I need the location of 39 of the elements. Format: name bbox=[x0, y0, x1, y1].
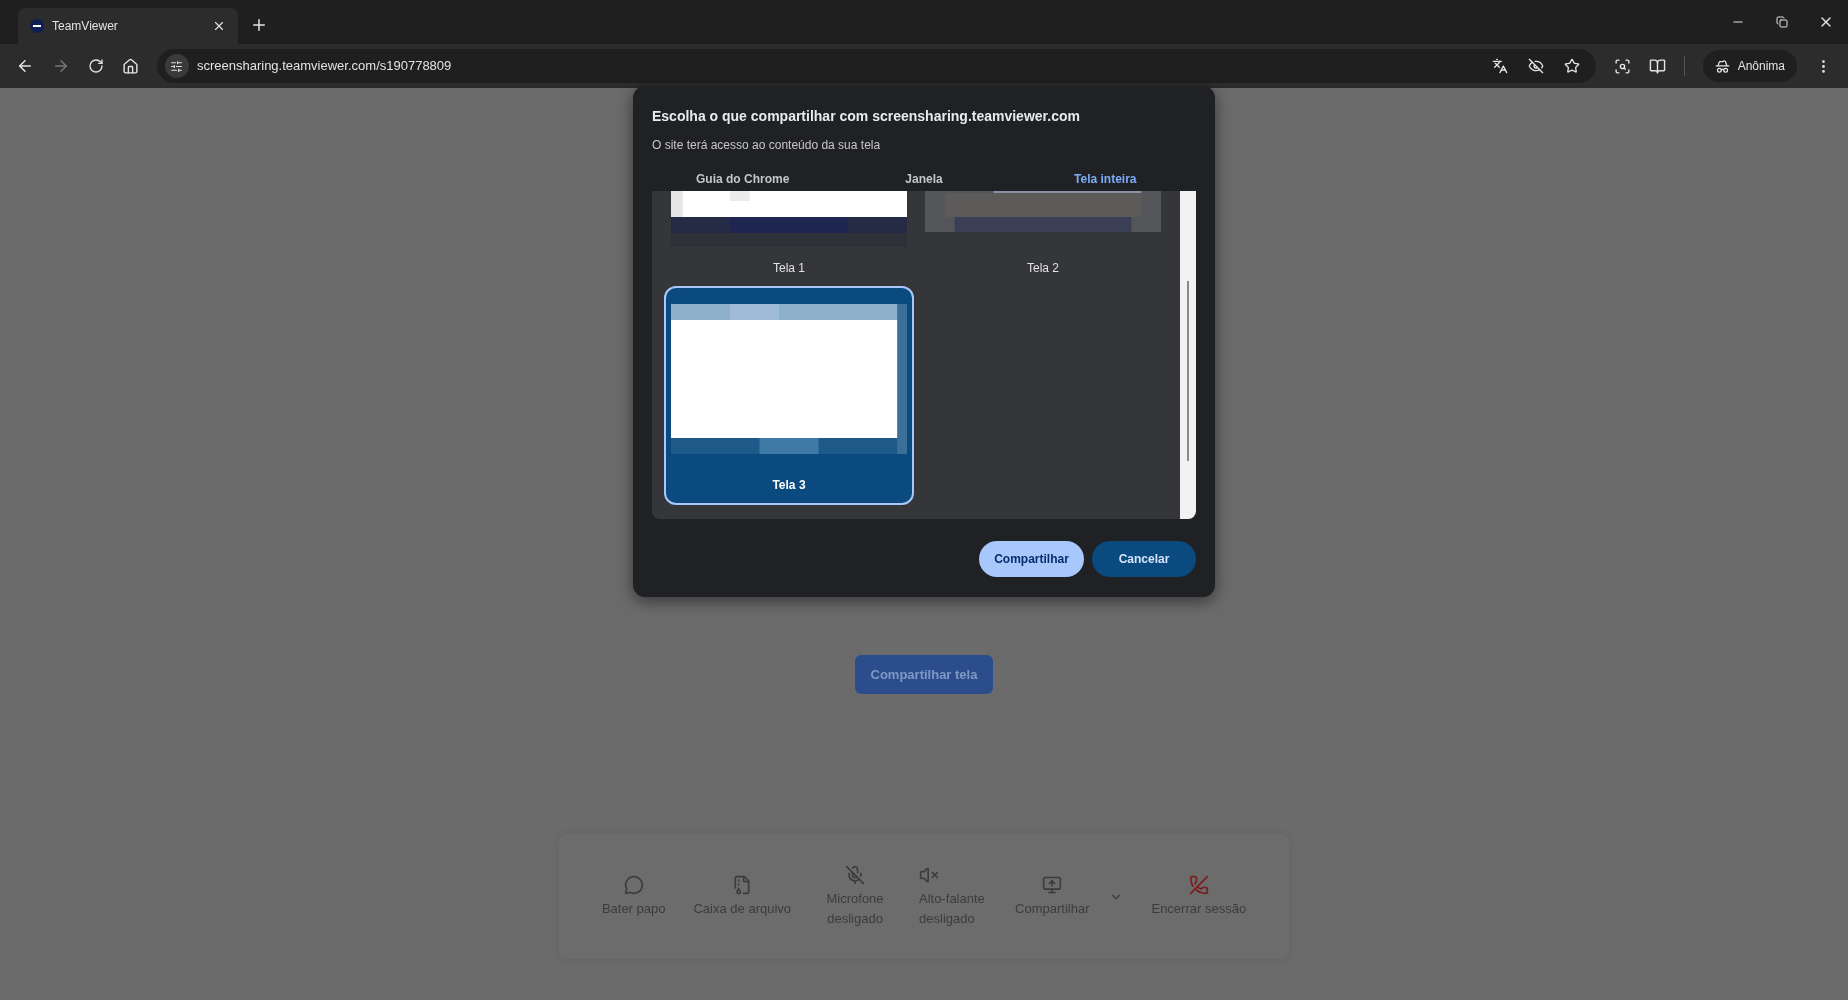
share-button[interactable]: Compartilhar bbox=[979, 541, 1084, 577]
url-text: screensharing.teamviewer.com/s190778809 bbox=[196, 57, 453, 76]
microphone-off-icon bbox=[845, 865, 866, 885]
source-tab[interactable]: Guia do Chrome bbox=[696, 170, 790, 188]
tab-favicon-icon bbox=[30, 19, 44, 33]
home-icon[interactable] bbox=[121, 57, 139, 75]
profile-button[interactable]: Anônima bbox=[1702, 50, 1797, 82]
screen-label: Tela 3 bbox=[772, 477, 806, 494]
speaker-muted-icon bbox=[919, 865, 940, 885]
back-icon[interactable] bbox=[16, 57, 34, 75]
translate-icon[interactable] bbox=[1491, 58, 1508, 74]
close-icon[interactable] bbox=[212, 19, 226, 33]
restore-icon[interactable] bbox=[1776, 16, 1788, 28]
bookmark-star-icon[interactable] bbox=[1563, 58, 1580, 74]
file-icon bbox=[732, 874, 753, 895]
phone-icon bbox=[1188, 874, 1209, 895]
new-tab-icon[interactable] bbox=[250, 16, 268, 34]
chat-icon bbox=[623, 874, 644, 895]
scrollbar[interactable] bbox=[1180, 191, 1196, 519]
screen-option[interactable]: Tela 2 bbox=[918, 191, 1168, 288]
address-bar[interactable]: screensharing.teamviewer.com/s190778809 bbox=[156, 49, 1596, 83]
reading-mode-icon[interactable] bbox=[1648, 57, 1666, 75]
screen-option[interactable]: Tela 3 bbox=[664, 286, 914, 505]
browser-tab[interactable]: TeamViewer bbox=[18, 8, 238, 44]
screen-label: Tela 1 bbox=[773, 260, 805, 277]
reload-icon[interactable] bbox=[87, 58, 104, 74]
site-info-icon[interactable] bbox=[170, 59, 184, 73]
eye-off-icon[interactable] bbox=[1527, 58, 1544, 74]
source-tab[interactable]: Tela inteira bbox=[1074, 170, 1137, 188]
source-tab[interactable]: Janela bbox=[905, 170, 943, 188]
screen-option[interactable]: Tela 1 bbox=[664, 191, 914, 288]
tab-title: TeamViewer bbox=[52, 18, 119, 35]
dialog-title: Escolha o que compartilhar com screensharing.teamviewer.com bbox=[652, 107, 1081, 126]
screen-upload-icon bbox=[1042, 874, 1063, 895]
dialog-subtitle: O site terá acesso ao conteúdo da sua tela bbox=[652, 137, 882, 154]
incognito-icon bbox=[1714, 58, 1730, 74]
screen-label: Tela 2 bbox=[1027, 260, 1059, 277]
cancel-button[interactable]: Cancelar bbox=[1092, 541, 1196, 577]
search-page-icon[interactable] bbox=[1613, 57, 1631, 75]
